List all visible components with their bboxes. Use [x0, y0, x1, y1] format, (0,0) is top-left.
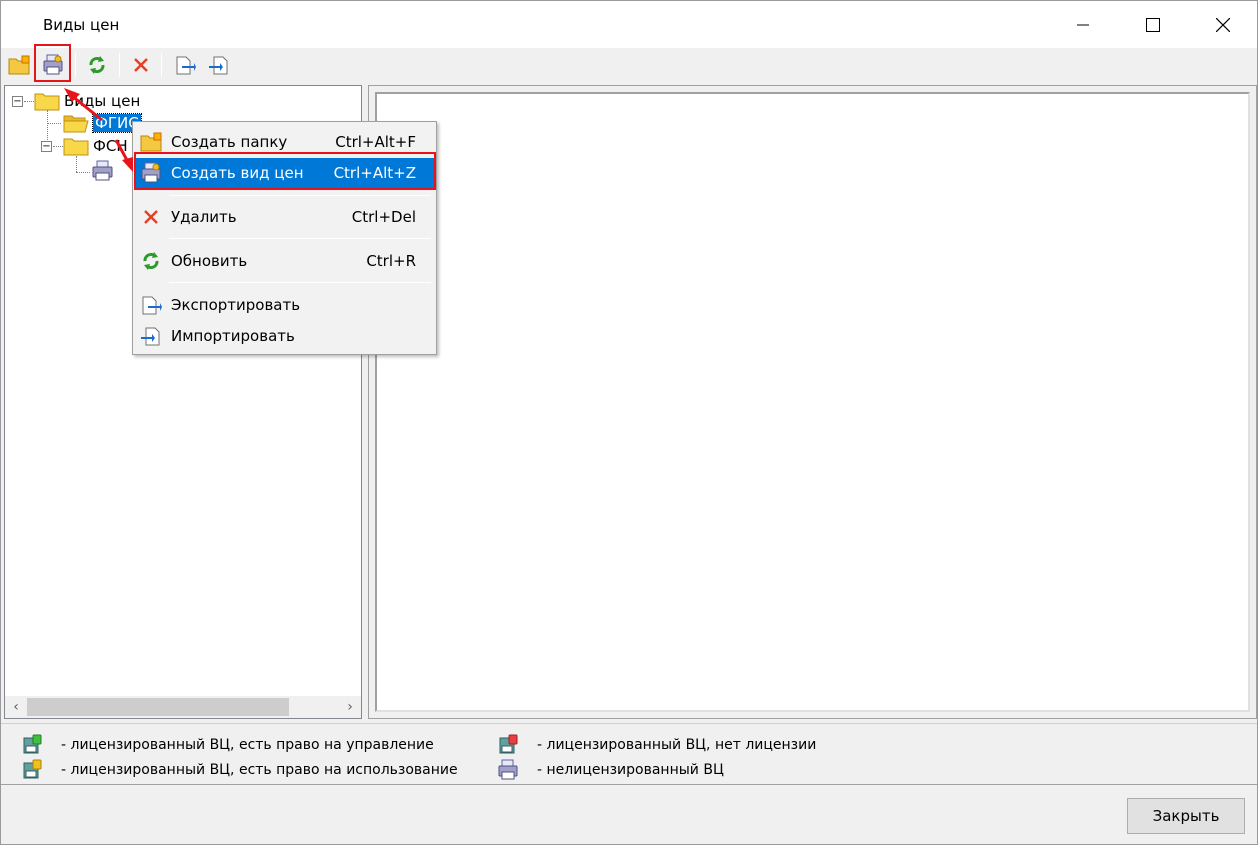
details-content	[375, 92, 1250, 712]
import-icon	[139, 324, 163, 348]
refresh-icon	[139, 249, 163, 273]
menu-separator	[169, 195, 431, 196]
toolbar-separator	[119, 53, 120, 77]
close-window-button[interactable]	[1188, 1, 1258, 48]
legend-text: - лицензированный ВЦ, нет лицензии	[537, 737, 817, 753]
annotation-highlight-menu-item	[134, 152, 436, 190]
menu-item-shortcut: Ctrl+R	[366, 252, 416, 270]
toolbar-separator	[75, 53, 76, 77]
annotation-highlight-toolbar	[34, 44, 71, 82]
refresh-icon	[89, 56, 105, 74]
tree-node-fgis[interactable]: ФГИС	[63, 112, 142, 134]
menu-separator	[169, 282, 431, 283]
tree-line	[53, 146, 63, 147]
menu-item-import[interactable]: Импортировать	[135, 321, 434, 351]
licensed-no-license-icon	[497, 734, 519, 756]
legend: - лицензированный ВЦ, есть право на упра…	[1, 723, 1257, 785]
legend-item-use: - лицензированный ВЦ, есть право на испо…	[21, 759, 458, 781]
tree-collapse-toggle[interactable]: −	[41, 141, 52, 152]
close-button[interactable]: Закрыть	[1127, 798, 1245, 834]
tree-node-label: Виды цен	[64, 92, 141, 110]
folder-open-icon	[63, 115, 89, 133]
tree-node-root[interactable]: Виды цен	[34, 90, 140, 112]
menu-separator	[169, 238, 431, 239]
folder-icon	[63, 138, 89, 156]
licensed-use-icon	[21, 759, 43, 781]
maximize-button[interactable]	[1118, 1, 1188, 48]
delete-icon	[134, 58, 148, 72]
tree-horizontal-scrollbar[interactable]: ‹ ›	[5, 696, 361, 718]
menu-item-label: Обновить	[171, 252, 248, 270]
menu-item-label: Создать папку	[171, 133, 288, 151]
legend-item-manage: - лицензированный ВЦ, есть право на упра…	[21, 734, 434, 756]
tree-node-fsn[interactable]: ФСН	[63, 135, 128, 157]
delete-button[interactable]	[127, 51, 155, 79]
footer: Закрыть	[1, 786, 1257, 844]
menu-item-delete[interactable]: Удалить Ctrl+Del	[135, 202, 434, 232]
tree-line	[47, 123, 61, 124]
maximize-icon	[1146, 17, 1160, 32]
tree-node-price-type[interactable]	[91, 160, 115, 182]
scroll-right-arrow[interactable]: ›	[339, 696, 361, 718]
tree-line	[76, 172, 90, 173]
tree-line	[24, 101, 34, 102]
new-folder-icon	[8, 55, 30, 75]
menu-item-shortcut: Ctrl+Alt+F	[335, 133, 416, 151]
tree-node-label: ФСН	[93, 137, 128, 155]
menu-item-refresh[interactable]: Обновить Ctrl+R	[135, 246, 434, 276]
export-icon	[176, 56, 196, 75]
details-panel	[368, 85, 1257, 719]
refresh-button[interactable]	[83, 51, 111, 79]
folder-icon	[34, 93, 60, 111]
tree-line	[76, 156, 77, 172]
new-folder-icon	[139, 130, 163, 154]
tree-collapse-toggle[interactable]: −	[12, 96, 23, 107]
menu-item-shortcut: Ctrl+Del	[351, 208, 416, 226]
scrollbar-thumb[interactable]	[27, 698, 289, 716]
import-icon	[209, 56, 228, 75]
price-type-icon	[92, 160, 113, 181]
export-button[interactable]	[171, 51, 199, 79]
window-title: Виды цен	[43, 16, 120, 34]
legend-item-unlicensed: - нелицензированный ВЦ	[497, 759, 724, 781]
unlicensed-icon	[497, 759, 519, 781]
create-folder-button[interactable]	[5, 51, 33, 79]
minimize-button[interactable]	[1048, 1, 1118, 48]
import-button[interactable]	[205, 51, 233, 79]
delete-icon	[139, 205, 163, 229]
close-icon	[1216, 17, 1230, 32]
legend-text: - лицензированный ВЦ, есть право на упра…	[61, 737, 434, 753]
legend-item-no-license: - лицензированный ВЦ, нет лицензии	[497, 734, 816, 756]
legend-text: - лицензированный ВЦ, есть право на испо…	[61, 762, 458, 778]
title-bar: Виды цен	[1, 1, 1257, 48]
menu-item-export[interactable]: Экспортировать	[135, 290, 434, 320]
export-icon	[139, 293, 163, 317]
menu-item-label: Удалить	[171, 208, 237, 226]
minimize-icon	[1077, 24, 1089, 25]
menu-item-label: Экспортировать	[171, 296, 301, 314]
scroll-left-arrow[interactable]: ‹	[5, 696, 27, 718]
legend-text: - нелицензированный ВЦ	[537, 762, 724, 778]
toolbar	[1, 48, 1257, 82]
menu-item-label: Импортировать	[171, 327, 295, 345]
toolbar-separator	[161, 53, 162, 77]
licensed-manage-icon	[21, 734, 43, 756]
